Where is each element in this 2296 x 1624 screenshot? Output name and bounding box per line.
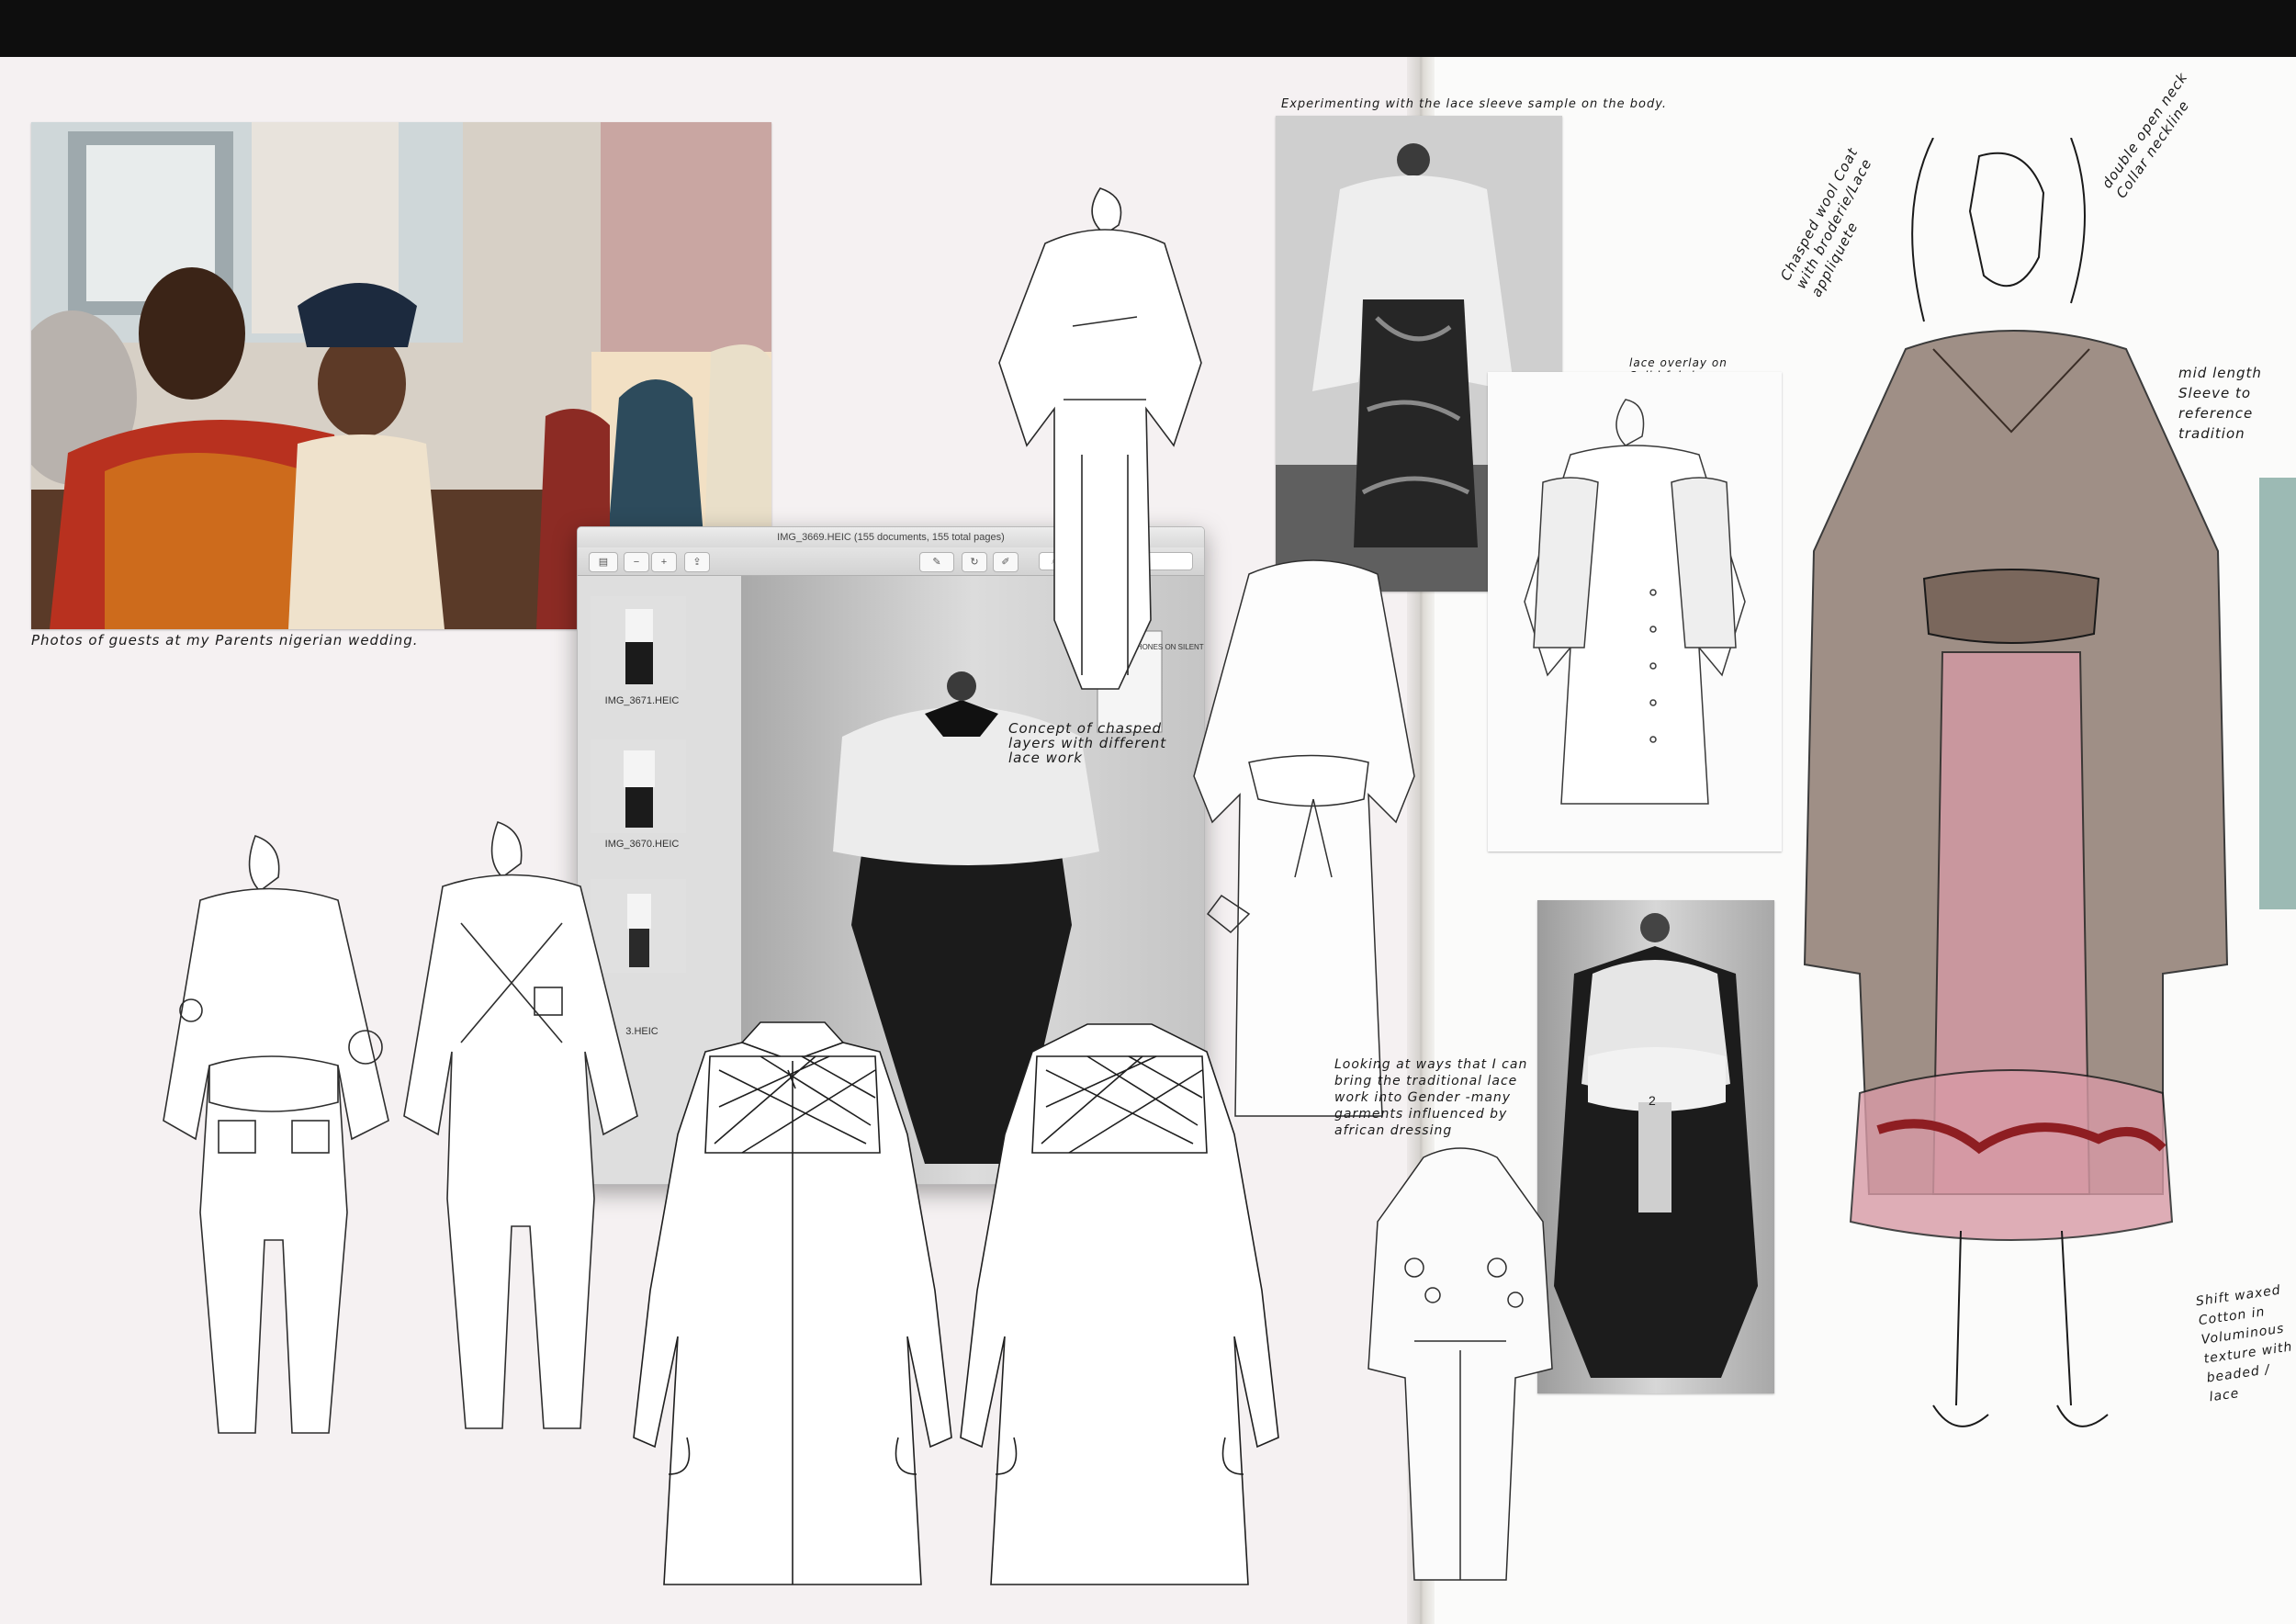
chasped-layers-note: Concept of chasped layers with different… bbox=[1008, 720, 1167, 766]
illustration-coat-figure bbox=[1795, 138, 2236, 1479]
thumbnail[interactable] bbox=[591, 596, 686, 690]
rotate-icon[interactable]: ↻ bbox=[962, 552, 987, 572]
sketch-small-lace-jacket bbox=[1359, 1139, 1561, 1607]
cropped-illustration-edge bbox=[2259, 478, 2296, 909]
sleeve-note: mid length Sleeve to reference tradition bbox=[2178, 365, 2262, 442]
lace-overlay-sketch bbox=[1488, 372, 1782, 851]
zoom-in-icon[interactable]: + bbox=[651, 552, 677, 572]
lace-sample-caption: Experimenting with the lace sleeve sampl… bbox=[1281, 97, 1668, 111]
technical-flat-back bbox=[959, 1015, 1280, 1596]
mannequin-black-coat-photo: 2 bbox=[1537, 900, 1774, 1393]
sidebar-icon[interactable]: ▤ bbox=[589, 552, 618, 572]
pen-icon[interactable]: ✎ bbox=[919, 552, 954, 572]
share-icon[interactable]: ⇪ bbox=[684, 552, 710, 572]
tradition-note: Looking at ways that I can bring the tra… bbox=[1334, 1057, 1528, 1138]
technical-flat-front bbox=[632, 1015, 953, 1596]
sketch-figure-wrap-left bbox=[397, 813, 645, 1456]
sketch-figure-jacket-left bbox=[154, 827, 402, 1460]
sketchbook-spread: Photos of guests at my Parents nigerian … bbox=[0, 0, 2296, 1624]
zoom-out-icon[interactable]: − bbox=[624, 552, 649, 572]
wedding-photo-caption: Photos of guests at my Parents nigerian … bbox=[31, 632, 419, 648]
shift-note: Shift waxed Cotton in Voluminous texture… bbox=[2194, 1282, 2294, 1405]
thumbnail-label: IMG_3671.HEIC bbox=[604, 695, 680, 706]
mannequin-tag: 2 bbox=[1649, 1093, 1656, 1108]
